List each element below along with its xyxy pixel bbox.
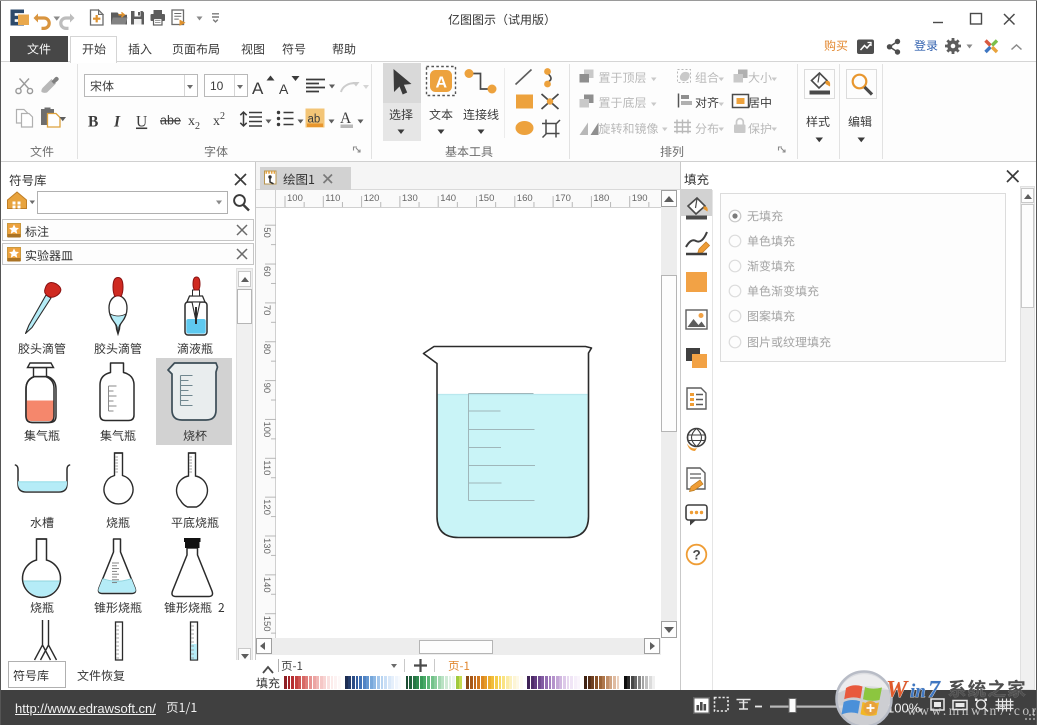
svg-text:150: 150	[261, 616, 272, 632]
svg-text:120: 120	[261, 499, 272, 515]
svg-text:50: 50	[261, 227, 272, 238]
svg-text:80: 80	[261, 344, 272, 355]
svg-text:140: 140	[261, 577, 272, 593]
svg-text:60: 60	[261, 266, 272, 277]
svg-text:130: 130	[261, 538, 272, 554]
svg-text:120: 120	[364, 193, 380, 204]
svg-text:70: 70	[261, 305, 272, 316]
svg-text:100: 100	[287, 193, 303, 204]
svg-text:150: 150	[479, 193, 495, 204]
svg-text:190: 190	[632, 193, 648, 204]
svg-text:100: 100	[261, 421, 272, 437]
svg-text:140: 140	[440, 193, 456, 204]
svg-text:110: 110	[261, 460, 272, 475]
svg-text:160: 160	[517, 193, 533, 204]
svg-text:170: 170	[555, 193, 571, 204]
svg-text:180: 180	[593, 193, 609, 204]
svg-text:90: 90	[261, 383, 272, 394]
svg-text:110: 110	[325, 193, 340, 204]
svg-text:130: 130	[402, 193, 418, 204]
